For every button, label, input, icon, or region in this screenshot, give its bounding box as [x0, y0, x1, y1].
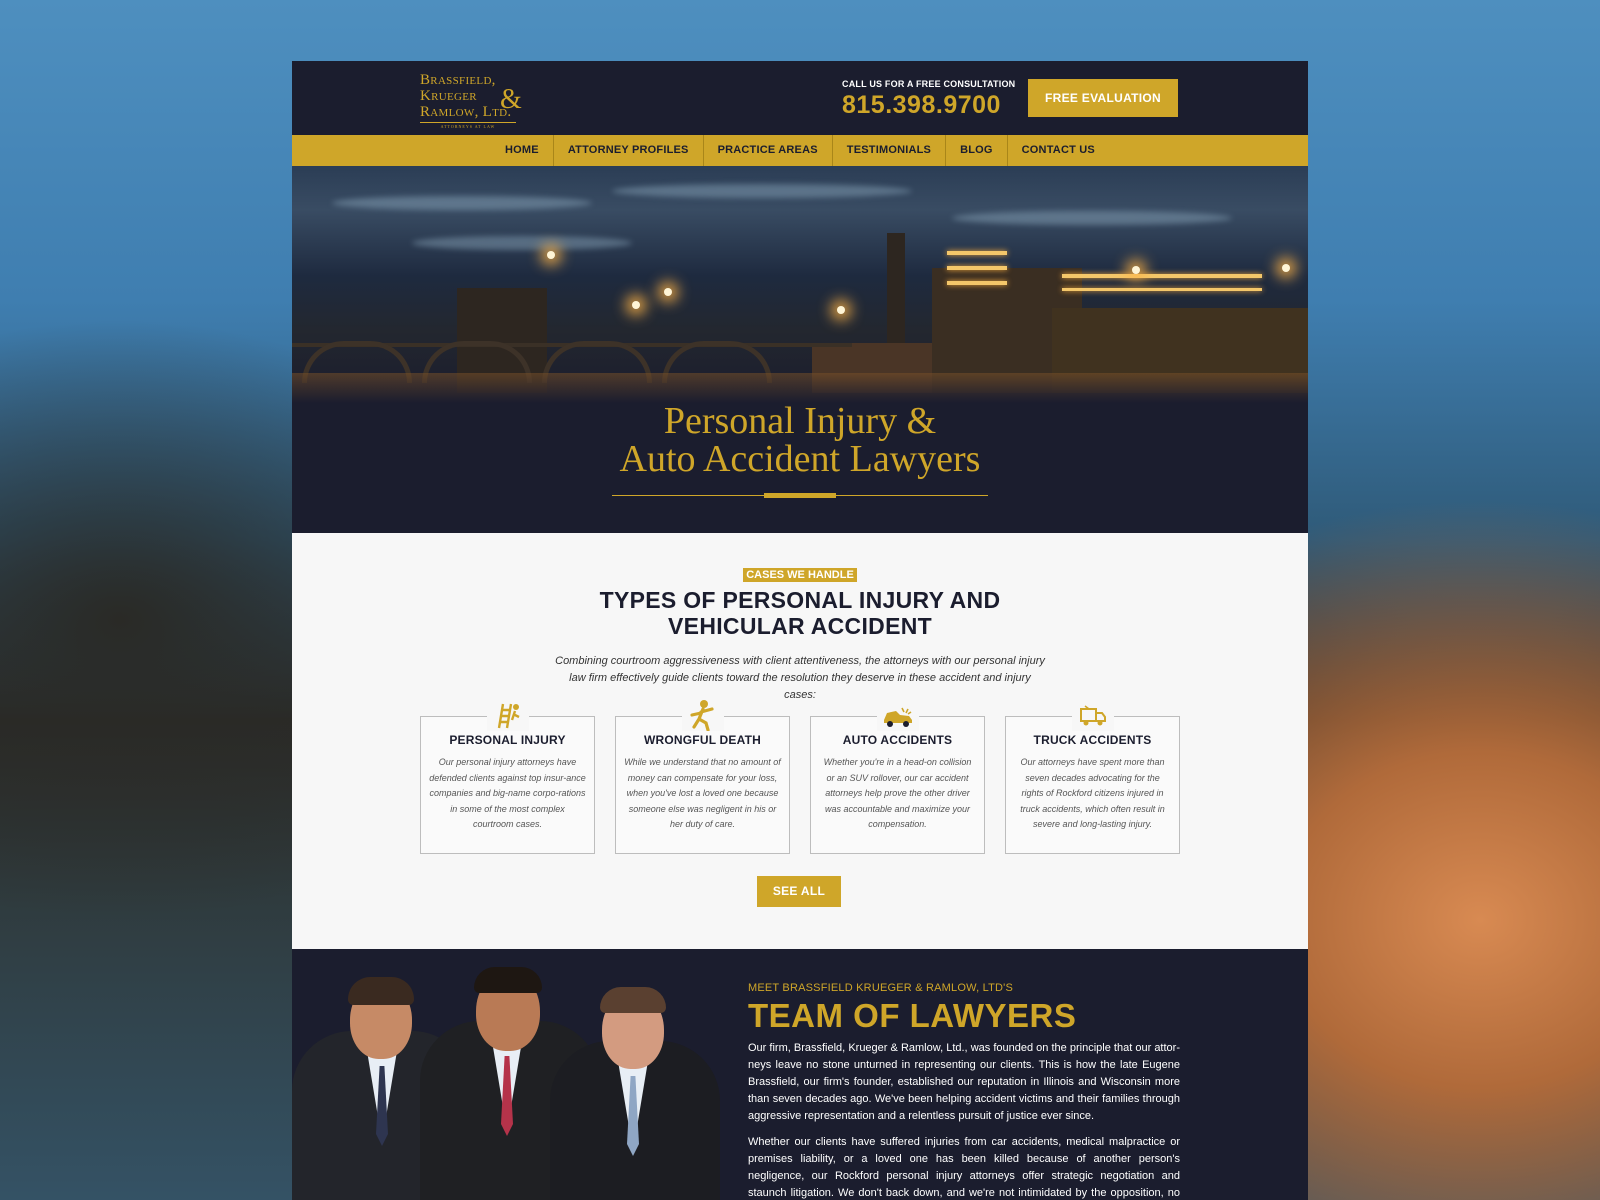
phone-number[interactable]: 815.398.9700	[842, 91, 1015, 120]
hero-title-line-1: Personal Injury &	[663, 400, 937, 442]
street-lamp	[632, 301, 640, 309]
case-card-title: TRUCK ACCIDENTS	[1033, 733, 1152, 747]
hero-banner: Personal Injury & Auto Accident Lawyers	[292, 166, 1308, 533]
street-lamp	[664, 288, 672, 296]
logo-ampersand: &	[500, 84, 522, 115]
cloud-streak	[612, 184, 912, 198]
see-all-button[interactable]: SEE ALL	[757, 876, 841, 907]
case-card-text: Whether you're in a head-on collision or…	[823, 757, 972, 829]
case-card-title: AUTO ACCIDENTS	[842, 733, 953, 747]
team-kicker: MEET BRASSFIELD KRUEGER & RAMLOW, LTD'S	[748, 982, 1013, 994]
case-card-text: Our personal injury attorneys have defen…	[429, 757, 586, 829]
team-paragraph-1: Our firm, Brassfield, Krueger & Ramlow, …	[748, 1042, 1180, 1122]
team-title: TEAM OF LAWYERS	[748, 997, 1077, 1034]
river-reflection	[292, 373, 1308, 403]
free-evaluation-button[interactable]: FREE EVALUATION	[1028, 79, 1178, 117]
nav-item-testimonials[interactable]: TESTIMONIALS	[831, 135, 945, 166]
lit-windows	[947, 251, 1007, 255]
street-lamp	[1132, 266, 1140, 274]
cases-intro: Combining courtroom aggressiveness with …	[555, 655, 1045, 701]
cloud-streak	[412, 236, 632, 250]
logo-subtitle: ATTORNEYS AT LAW	[420, 122, 516, 129]
site-header: Brassfield, Krueger & Ramlow, Ltd. ATTOR…	[292, 61, 1308, 135]
cases-title-line-2: VEHICULAR ACCIDENT	[668, 613, 932, 639]
case-cards: PERSONAL INJURY Our personal injury atto…	[420, 700, 1180, 854]
hair	[600, 987, 666, 1013]
lit-windows	[1062, 274, 1262, 278]
lit-windows	[1062, 288, 1262, 291]
falling-person-icon	[682, 700, 724, 732]
case-card-title: PERSONAL INJURY	[449, 733, 566, 747]
case-card-wrongful-death[interactable]: WRONGFUL DEATH While we understand that …	[615, 700, 790, 854]
street-lamp	[1282, 264, 1290, 272]
hero-title: Personal Injury & Auto Accident Lawyers	[292, 402, 1308, 478]
cloud-streak	[952, 211, 1232, 225]
falling-ladder-icon	[487, 701, 529, 731]
cases-title: TYPES OF PERSONAL INJURY AND VEHICULAR A…	[292, 587, 1308, 639]
hair	[348, 977, 414, 1005]
hero-title-line-2: Auto Accident Lawyers	[619, 438, 981, 480]
case-card-title: WRONGFUL DEATH	[643, 733, 761, 747]
lawyer-right	[550, 987, 720, 1200]
team-section: MEET BRASSFIELD KRUEGER & RAMLOW, LTD'S …	[292, 949, 1308, 1200]
case-card-personal-injury[interactable]: PERSONAL INJURY Our personal injury atto…	[420, 701, 595, 854]
cases-section: CASES WE HANDLE TYPES OF PERSONAL INJURY…	[292, 533, 1308, 949]
case-card-auto-accidents[interactable]: AUTO ACCIDENTS Whether you're in a head-…	[810, 701, 985, 854]
nav-item-blog[interactable]: BLOG	[945, 135, 1007, 166]
nav-item-attorney-profiles[interactable]: ATTORNEY PROFILES	[552, 135, 703, 166]
street-lamp	[547, 251, 555, 259]
nav-item-contact-us[interactable]: CONTACT US	[1006, 135, 1109, 166]
street-lamp	[837, 306, 845, 314]
team-body: Our firm, Brassfield, Krueger & Ramlow, …	[748, 1040, 1180, 1200]
case-card-text: Our attorneys have spent more than seven…	[1020, 757, 1165, 829]
truck-icon	[1072, 701, 1114, 731]
call-block: CALL US FOR A FREE CONSULTATION 815.398.…	[842, 79, 1015, 120]
main-nav: HOME ATTORNEY PROFILES PRACTICE AREAS TE…	[292, 135, 1308, 166]
cloud-streak	[332, 196, 592, 210]
firm-logo[interactable]: Brassfield, Krueger & Ramlow, Ltd. ATTOR…	[420, 72, 530, 129]
call-label: CALL US FOR A FREE CONSULTATION	[842, 79, 1016, 89]
website-mockup: Brassfield, Krueger & Ramlow, Ltd. ATTOR…	[292, 61, 1308, 1200]
hair	[474, 967, 542, 993]
lit-windows	[947, 281, 1007, 285]
lit-windows	[947, 266, 1007, 270]
cases-title-line-1: TYPES OF PERSONAL INJURY AND	[599, 587, 1001, 613]
team-paragraph-2: Whether our clients have suffered injuri…	[748, 1136, 1180, 1199]
nav-item-home[interactable]: HOME	[491, 135, 553, 166]
hero-divider-accent	[764, 493, 836, 498]
cases-badge: CASES WE HANDLE	[743, 568, 857, 582]
case-card-truck-accidents[interactable]: TRUCK ACCIDENTS Our attorneys have spent…	[1005, 701, 1180, 854]
car-crash-icon	[877, 701, 919, 731]
nav-item-practice-areas[interactable]: PRACTICE AREAS	[702, 135, 832, 166]
case-card-text: While we understand that no amount of mo…	[624, 757, 781, 829]
